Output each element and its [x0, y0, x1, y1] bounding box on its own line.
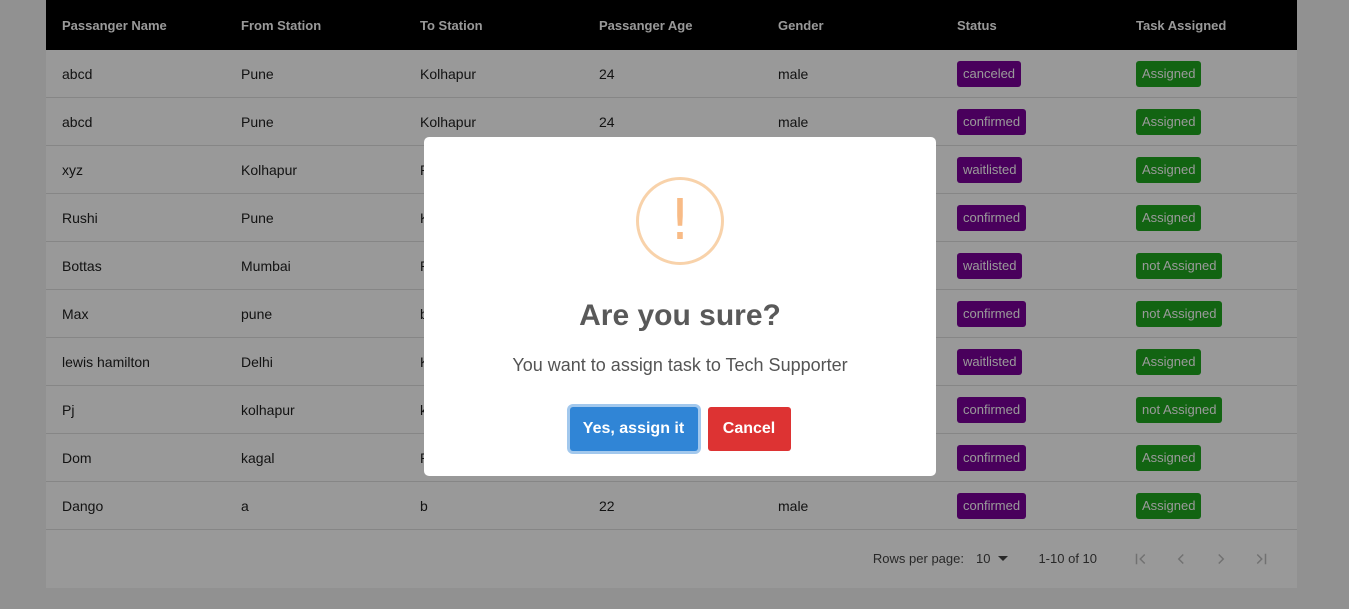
cancel-button[interactable]: Cancel — [707, 407, 791, 451]
exclamation-glyph: ! — [668, 188, 692, 253]
confirm-assign-button[interactable]: Yes, assign it — [569, 407, 698, 451]
confirm-dialog: ! Are you sure? You want to assign task … — [424, 137, 936, 476]
dialog-message: You want to assign task to Tech Supporte… — [512, 355, 848, 375]
exclamation-icon: ! — [636, 177, 724, 265]
dialog-actions: Yes, assign it Cancel — [424, 407, 936, 451]
dialog-title: Are you sure? — [579, 299, 781, 332]
